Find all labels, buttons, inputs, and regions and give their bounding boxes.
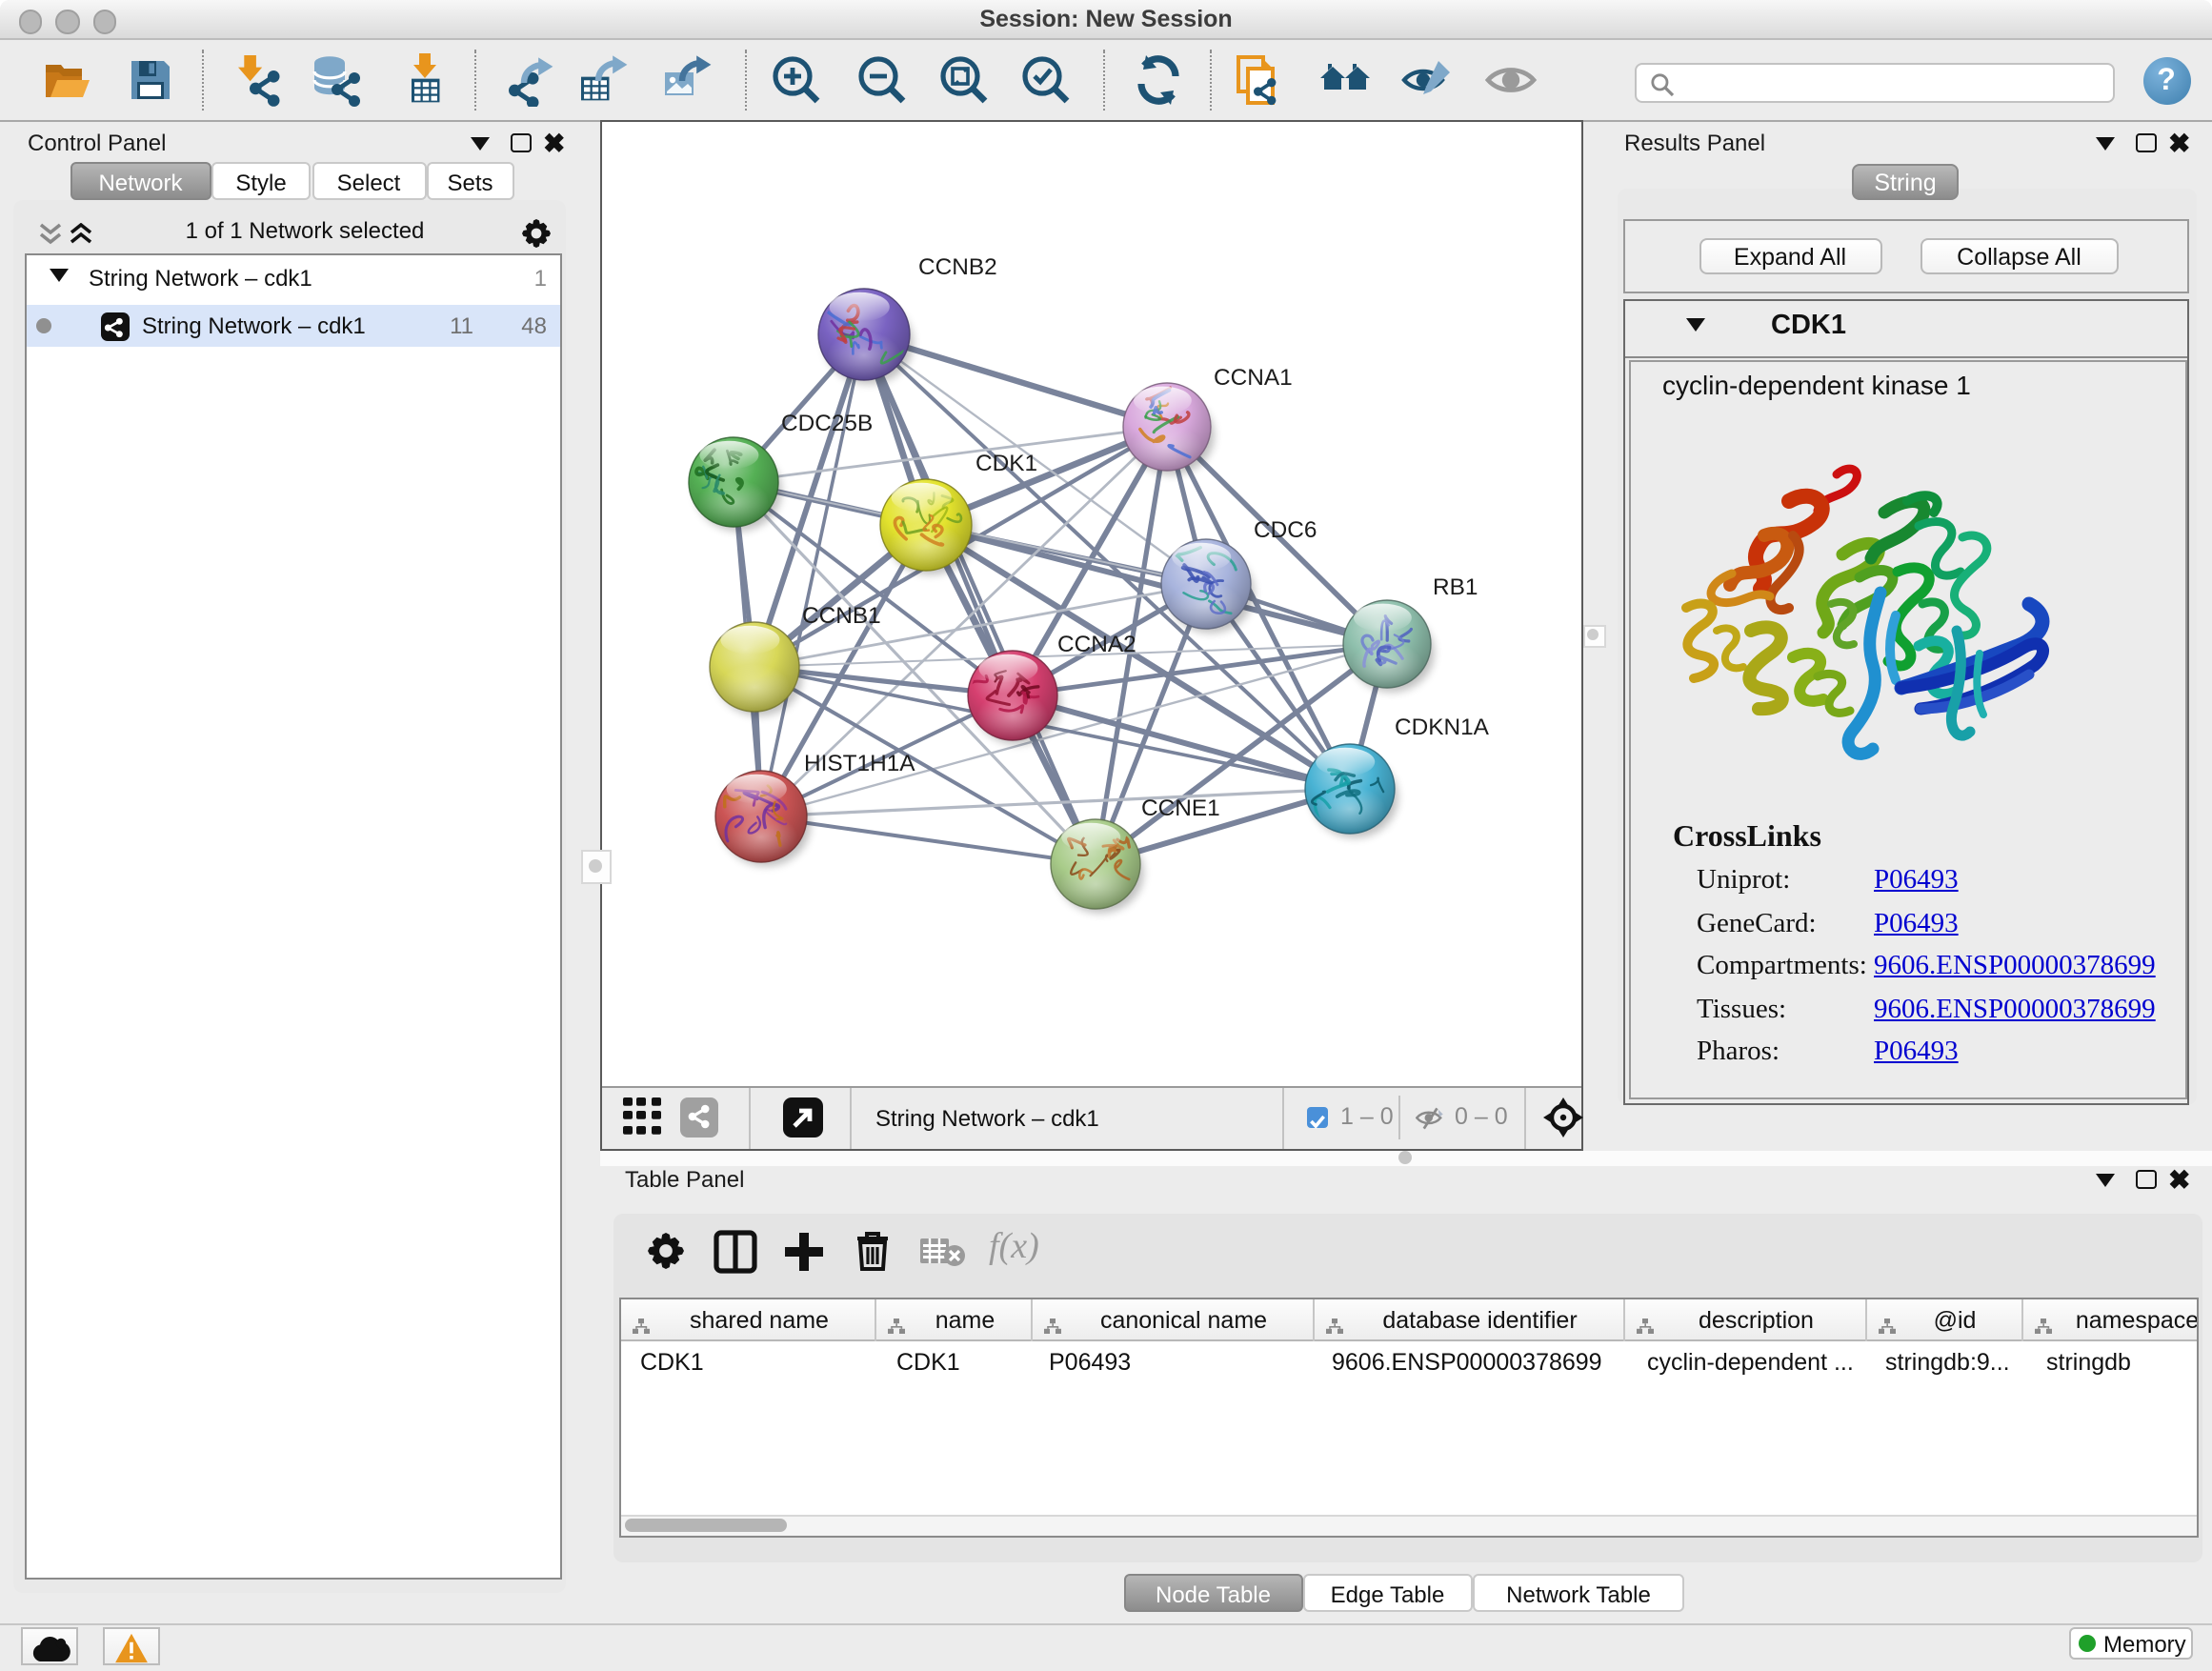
svg-text:CCNA1: CCNA1 [1213,364,1292,390]
svg-text:RB1: RB1 [1432,574,1477,599]
svg-text:CCNB2: CCNB2 [917,253,996,279]
svg-text:CDC6: CDC6 [1253,516,1316,542]
svg-text:CDK1: CDK1 [975,450,1036,475]
svg-text:CDKN1A: CDKN1A [1394,714,1489,739]
svg-text:HIST1H1A: HIST1H1A [803,750,915,775]
svg-text:CCNE1: CCNE1 [1140,795,1219,820]
svg-text:CDC25B: CDC25B [780,410,872,435]
svg-text:CCNB1: CCNB1 [801,602,880,628]
svg-text:CCNA2: CCNA2 [1056,631,1136,656]
